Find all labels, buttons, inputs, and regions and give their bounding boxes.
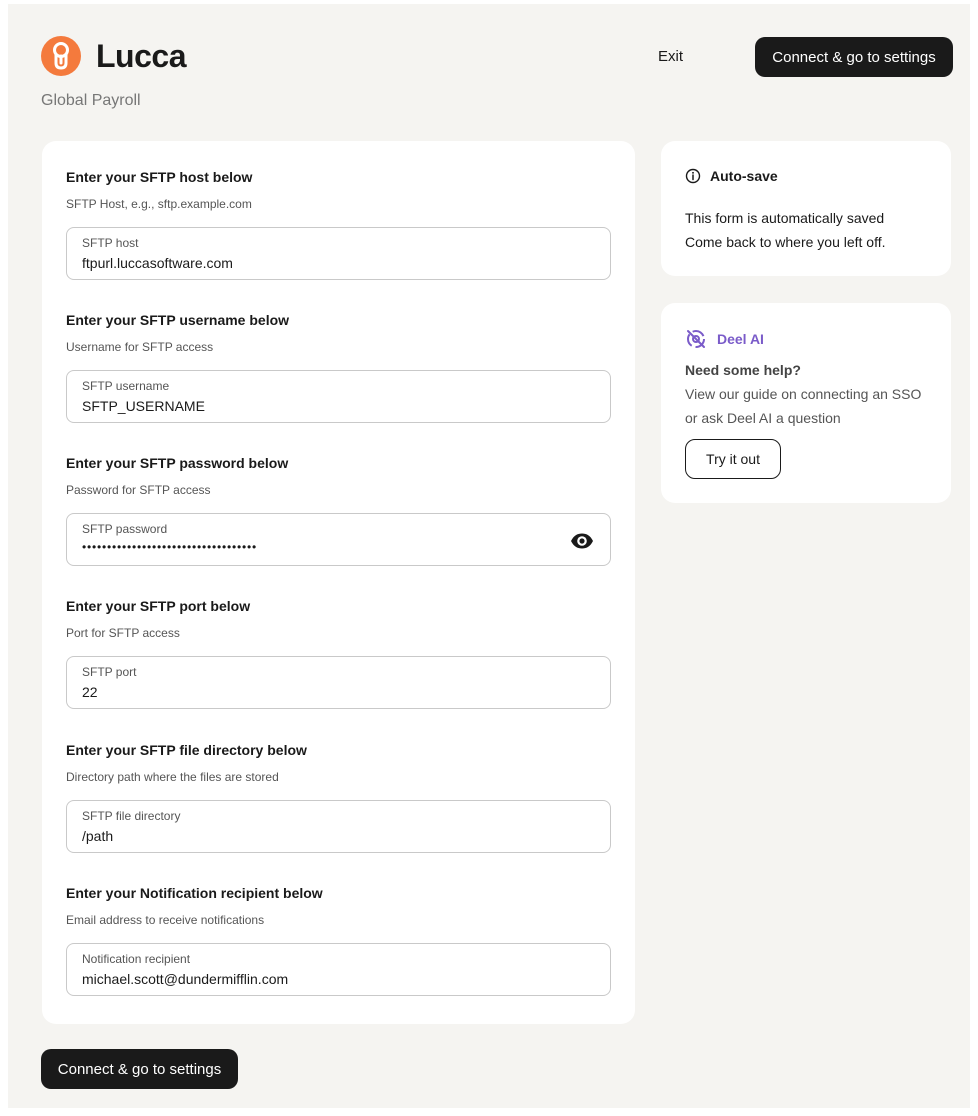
eye-icon[interactable] [570, 529, 594, 553]
page: Lucca Global Payroll Exit Connect & go t… [8, 4, 970, 1108]
autosave-line-2: Come back to where you left off. [685, 234, 886, 250]
sftp-directory-field[interactable]: SFTP file directory /path [66, 800, 611, 853]
section-title: Enter your Notification recipient below [66, 885, 323, 901]
field-label: SFTP password [82, 522, 168, 536]
autosave-text: This form is automatically saved Come ba… [685, 206, 886, 254]
autosave-title: Auto-save [710, 168, 778, 184]
connect-settings-button-top[interactable]: Connect & go to settings [755, 37, 953, 77]
section-sftp-username: Enter your SFTP username below Username … [66, 312, 611, 423]
section-help: SFTP Host, e.g., sftp.example.com [66, 197, 252, 211]
exit-link[interactable]: Exit [658, 48, 683, 65]
sftp-host-field[interactable]: SFTP host ftpurl.luccasoftware.com [66, 227, 611, 280]
section-help: Directory path where the files are store… [66, 770, 279, 784]
autosave-line-1: This form is automatically saved [685, 210, 885, 226]
section-sftp-port: Enter your SFTP port below Port for SFTP… [66, 598, 611, 709]
password-masked-value[interactable]: ••••••••••••••••••••••••••••••••••• [82, 540, 257, 554]
field-label: Notification recipient [82, 952, 191, 966]
section-title: Enter your SFTP username below [66, 312, 290, 328]
section-title: Enter your SFTP port below [66, 598, 251, 614]
section-sftp-directory: Enter your SFTP file directory below Dir… [66, 742, 611, 853]
page-subtitle: Global Payroll [41, 92, 141, 109]
deel-ai-card: Deel AI Need some help? View our guide o… [661, 303, 951, 503]
connect-settings-button-bottom[interactable]: Connect & go to settings [41, 1049, 238, 1089]
try-it-out-button[interactable]: Try it out [685, 439, 781, 479]
section-sftp-host: Enter your SFTP host below SFTP Host, e.… [66, 169, 611, 280]
field-label: SFTP port [82, 665, 137, 679]
field-label: SFTP username [82, 379, 170, 393]
brand-name: Lucca [96, 37, 186, 74]
section-title: Enter your SFTP password below [66, 455, 289, 471]
deel-ai-question: Need some help? [685, 362, 801, 378]
sftp-port-field[interactable]: SFTP port 22 [66, 656, 611, 709]
field-label: SFTP host [82, 236, 139, 250]
section-title: Enter your SFTP file directory below [66, 742, 307, 758]
autosave-header: Auto-save [685, 168, 778, 184]
deel-ai-header: Deel AI [685, 328, 764, 350]
autosave-card: Auto-save This form is automatically sav… [661, 141, 951, 276]
section-sftp-password: Enter your SFTP password below Password … [66, 455, 611, 566]
deel-ai-description: View our guide on connecting an SSO or a… [685, 386, 922, 426]
field-value[interactable]: 22 [82, 684, 98, 700]
section-help: Username for SFTP access [66, 340, 214, 354]
field-value[interactable]: SFTP_USERNAME [82, 398, 205, 414]
info-icon [685, 168, 701, 184]
field-value[interactable]: /path [82, 828, 113, 844]
section-help: Email address to receive notifications [66, 913, 265, 927]
lucca-logo-icon [41, 36, 81, 76]
section-title: Enter your SFTP host below [66, 169, 253, 185]
field-label: SFTP file directory [82, 809, 181, 823]
section-help: Password for SFTP access [66, 483, 211, 497]
deel-ai-title: Deel AI [717, 331, 764, 347]
section-help: Port for SFTP access [66, 626, 180, 640]
field-value[interactable]: ftpurl.luccasoftware.com [82, 255, 233, 271]
notification-recipient-field[interactable]: Notification recipient michael.scott@dun… [66, 943, 611, 996]
brand-logo: Lucca [41, 36, 186, 76]
deel-ai-icon [687, 330, 705, 348]
sftp-password-field[interactable]: SFTP password ••••••••••••••••••••••••••… [66, 513, 611, 566]
sftp-username-field[interactable]: SFTP username SFTP_USERNAME [66, 370, 611, 423]
field-value[interactable]: michael.scott@dundermifflin.com [82, 971, 288, 987]
sftp-form-card: Enter your SFTP host below SFTP Host, e.… [42, 141, 635, 1024]
section-notification-recipient: Enter your Notification recipient below … [66, 885, 611, 996]
